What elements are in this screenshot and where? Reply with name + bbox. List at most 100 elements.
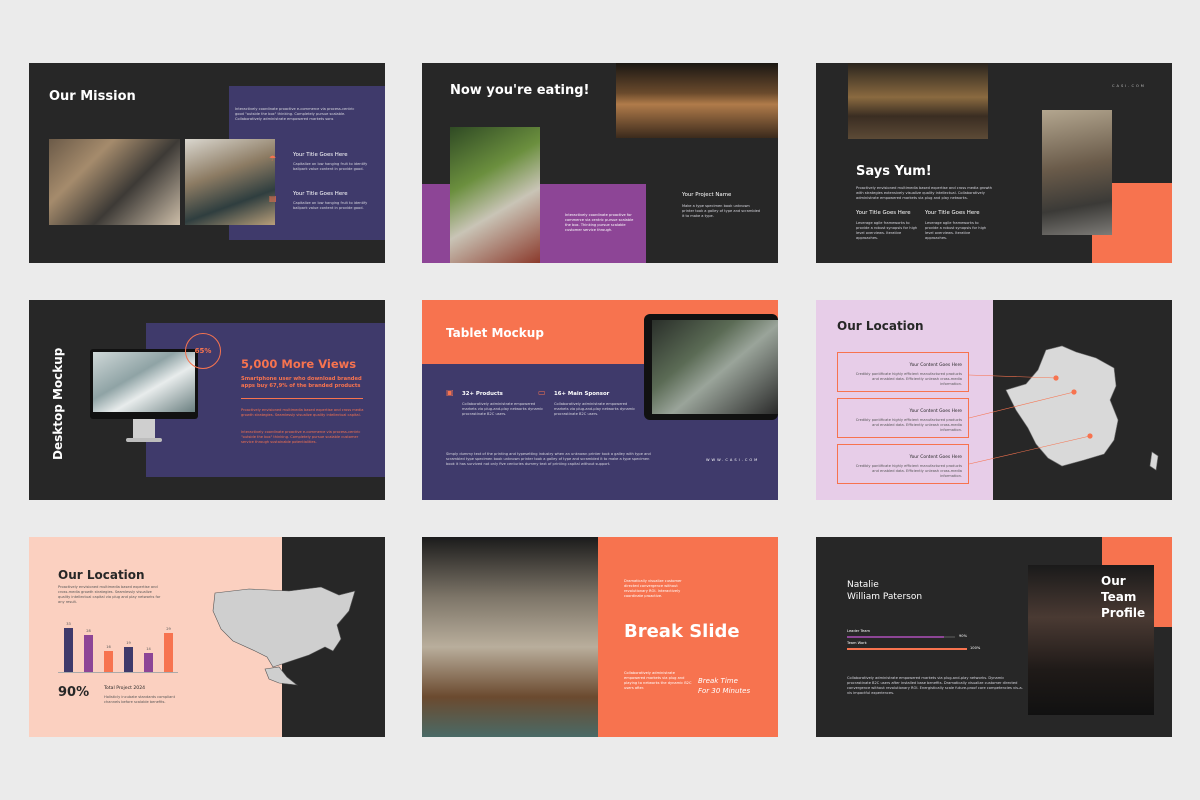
bottom-text: Collaboratively administrate empowered m… bbox=[624, 671, 692, 690]
bar-label: 28 bbox=[86, 629, 91, 633]
item-text: Capitalize on low hanging fruit to ident… bbox=[293, 162, 368, 171]
break-duration: For 30 Minutes bbox=[698, 687, 751, 695]
content-box: Your Content Goes Here Credibly pontific… bbox=[837, 398, 969, 438]
content-title: Your Content Goes Here bbox=[909, 455, 962, 460]
tablet-screen bbox=[652, 320, 778, 414]
col-title: Your Title Goes Here bbox=[856, 210, 911, 216]
slide-title: Break Slide bbox=[624, 621, 740, 642]
usa-map bbox=[212, 586, 356, 686]
dining-table-photo bbox=[616, 63, 778, 138]
content-text: Credibly pontificate highly efficient ma… bbox=[855, 418, 962, 432]
france-map bbox=[968, 345, 1159, 471]
site-url: CASI.COM bbox=[1112, 84, 1146, 88]
plants-photo bbox=[450, 127, 540, 263]
body-text: Proactively envisioned multimedia based … bbox=[241, 408, 364, 417]
content-title: Your Content Goes Here bbox=[909, 363, 962, 368]
total-title: Total Project 2024 bbox=[104, 686, 146, 691]
profile-text: Collaboratively administrate empowered m… bbox=[847, 676, 1023, 695]
street-photo bbox=[1042, 110, 1112, 235]
stat-title: 32+ Products bbox=[462, 391, 503, 397]
intro-text: Proactively envisioned multimedia based … bbox=[58, 585, 161, 604]
slide-says-yum[interactable]: CASI.COM Says Yum! Proactively envisione… bbox=[816, 63, 1172, 263]
usa-shape bbox=[212, 586, 356, 668]
profile-title: Our Team Profile bbox=[1101, 573, 1145, 621]
skill-value: 90% bbox=[959, 634, 967, 638]
chart-bar bbox=[124, 647, 133, 672]
briefcase-icon: ▣ bbox=[446, 388, 454, 397]
bar-label: 14 bbox=[146, 647, 151, 651]
skill-label: Leader Team bbox=[847, 629, 870, 633]
corsica-shape bbox=[1149, 451, 1159, 471]
stat-text: Collaboratively administrate empowered m… bbox=[462, 402, 544, 416]
bar-label: 19 bbox=[126, 641, 131, 645]
slide-tablet-mockup[interactable]: Tablet Mockup ▣ 32+ Products Collaborati… bbox=[422, 300, 778, 500]
slide-our-location-france[interactable]: Our Location Your Content Goes Here Cred… bbox=[816, 300, 1172, 500]
slide-our-mission[interactable]: Our Mission Interactively coordinate pro… bbox=[29, 63, 385, 263]
last-name: William Paterson bbox=[847, 592, 923, 602]
views-subtitle: Smartphone user who download branded app… bbox=[241, 376, 362, 389]
map-pin[interactable] bbox=[1053, 375, 1059, 381]
slide-desktop-mockup[interactable]: Desktop Mockup 65% 5,000 More Views Smar… bbox=[29, 300, 385, 500]
divider bbox=[241, 398, 363, 399]
title-line: Team bbox=[1101, 590, 1137, 604]
site-url: WWW.CASI.COM bbox=[706, 458, 760, 462]
monitor-icon: ▭ bbox=[538, 388, 546, 397]
item-title: Your Title Goes Here bbox=[293, 152, 348, 158]
store-icon: ▤ bbox=[269, 194, 277, 203]
chart-bar bbox=[64, 628, 73, 672]
slide-team-profile[interactable]: Our Team Profile Natalie William Paterso… bbox=[816, 537, 1172, 737]
stat-title: 16+ Main Sponsor bbox=[554, 391, 610, 397]
skill-value: 100% bbox=[970, 646, 981, 650]
bar-label: 16 bbox=[106, 645, 111, 649]
france-shape bbox=[1005, 345, 1119, 467]
stat-text: Collaboratively administrate empowered m… bbox=[554, 402, 636, 416]
item-text: Capitalize on low hanging fruit to ident… bbox=[293, 201, 368, 210]
body-text: Simply dummy text of the printing and ty… bbox=[446, 452, 651, 466]
slide-title: Tablet Mockup bbox=[446, 326, 544, 340]
map-pin[interactable] bbox=[1071, 389, 1077, 395]
cafe-photo bbox=[848, 63, 988, 139]
chart-bar bbox=[164, 633, 173, 672]
slide-title: Our Location bbox=[837, 319, 924, 333]
alaska-shape bbox=[264, 666, 298, 686]
project-name: Your Project Name bbox=[682, 192, 732, 198]
market-hall-photo bbox=[422, 537, 598, 737]
top-text: Dramatically visualize customer directed… bbox=[624, 579, 682, 598]
bar-chart: 33 28 16 19 14 29 bbox=[58, 617, 178, 673]
chart-bar bbox=[84, 635, 93, 672]
slide-title: Says Yum! bbox=[856, 164, 932, 179]
slide-break[interactable]: Dramatically visualize customer directed… bbox=[422, 537, 778, 737]
skill-track bbox=[847, 636, 955, 638]
monitor-base bbox=[126, 438, 162, 442]
slide-our-location-usa[interactable]: Our Location Proactively envisioned mult… bbox=[29, 537, 385, 737]
map-pin[interactable] bbox=[1087, 433, 1093, 439]
col-text: Leverage agile frameworks to provide a r… bbox=[856, 221, 918, 240]
skill-track bbox=[847, 648, 967, 650]
restaurant-photo bbox=[49, 139, 180, 225]
item-title: Your Title Goes Here bbox=[293, 191, 348, 197]
col-title: Your Title Goes Here bbox=[925, 210, 980, 216]
percent-badge: 65% bbox=[185, 333, 221, 369]
slide-now-youre-eating[interactable]: Now you're eating! Interactively coordin… bbox=[422, 63, 778, 263]
content-text: Credibly pontificate highly efficient ma… bbox=[855, 372, 962, 386]
monitor-stand bbox=[133, 419, 155, 439]
col-text: Leverage agile frameworks to provide a r… bbox=[925, 221, 987, 240]
views-heading: 5,000 More Views bbox=[241, 357, 357, 371]
content-text: Credibly pontificate highly efficient ma… bbox=[855, 464, 962, 478]
mission-intro: Interactively coordinate proactive e-com… bbox=[235, 107, 355, 121]
big-percent: 90% bbox=[58, 685, 90, 700]
break-time: Break Time bbox=[698, 677, 738, 685]
first-name: Natalie bbox=[847, 580, 879, 590]
title-line: Profile bbox=[1101, 606, 1146, 620]
total-text: Holisticly incubate standards compliant … bbox=[104, 695, 175, 704]
content-box: Your Content Goes Here Credibly pontific… bbox=[837, 352, 969, 392]
bar-label: 29 bbox=[166, 627, 171, 631]
chart-bar bbox=[104, 651, 113, 672]
slide-title: Our Mission bbox=[49, 89, 136, 104]
bar-label: 33 bbox=[66, 622, 71, 626]
skill-fill bbox=[847, 648, 967, 650]
monitor-screen bbox=[93, 352, 195, 412]
skill-label: Team Work bbox=[847, 641, 867, 645]
umbrella-icon: ☂ bbox=[269, 154, 277, 163]
slide-title: Now you're eating! bbox=[450, 83, 590, 98]
